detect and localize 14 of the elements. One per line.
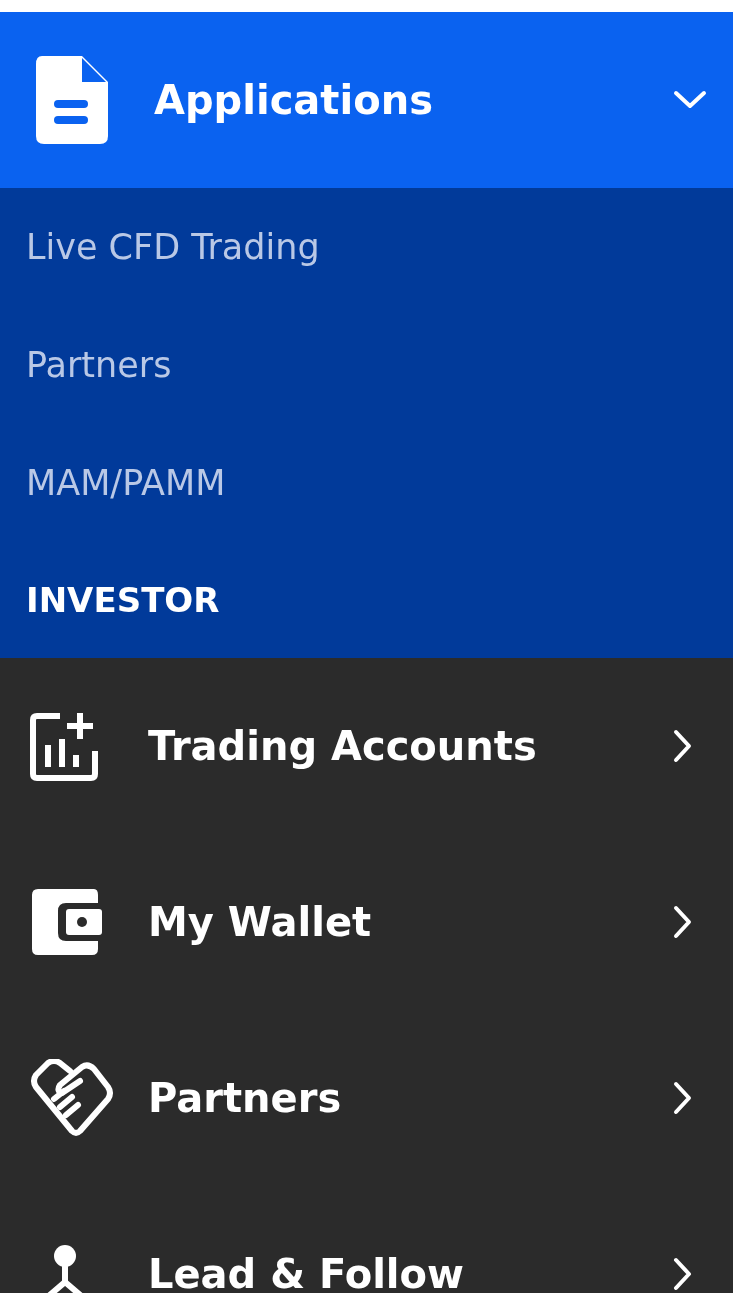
section-label: INVESTOR	[26, 580, 220, 620]
handshake-icon	[30, 1059, 114, 1137]
submenu-link[interactable]: MAM/PAMM	[0, 424, 733, 542]
chevron-right-icon	[673, 1081, 693, 1115]
chevron-right-icon	[673, 729, 693, 763]
document-icon	[36, 56, 108, 144]
chevron-right-icon	[673, 905, 693, 939]
submenu-link[interactable]: Live CFD Trading	[0, 188, 733, 306]
wallet-icon	[30, 889, 102, 955]
applications-menu-header[interactable]: Applications	[0, 12, 733, 188]
chevron-right-icon	[673, 1257, 693, 1291]
chart-plus-icon	[30, 711, 100, 781]
chevron-icon	[673, 90, 707, 110]
submenu-link[interactable]: Partners	[0, 306, 733, 424]
